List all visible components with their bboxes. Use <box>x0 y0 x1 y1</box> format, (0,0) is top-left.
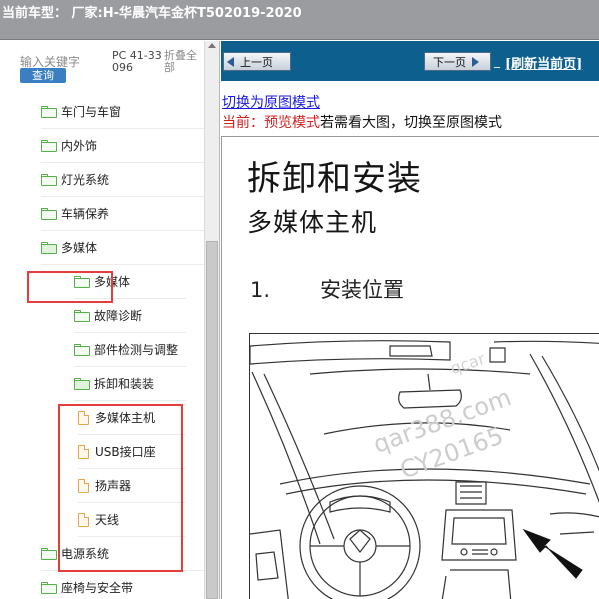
tree-item-label: USB接口座 <box>95 445 156 459</box>
mode-hint: 若需看大图，切换至原图模式 <box>320 115 502 131</box>
tree-item[interactable]: 车门与车窗 <box>41 95 219 129</box>
tree-item[interactable]: 多媒体 <box>74 265 186 299</box>
tree-item-label: 多媒体 <box>94 275 131 289</box>
tree-item-label: 多媒体主机 <box>95 411 156 425</box>
next-page-button[interactable]: 下一页 <box>424 52 491 71</box>
tree-item-label: 故障诊断 <box>94 309 143 323</box>
folder-icon <box>74 343 90 356</box>
tree-item-label: 车辆保养 <box>61 207 110 221</box>
tree-item[interactable]: 故障诊断 <box>74 299 186 333</box>
nav-separator: _ <box>494 54 500 68</box>
tree-item-label: 扬声器 <box>95 479 132 493</box>
folder-icon <box>41 581 57 594</box>
document-icon <box>78 512 89 527</box>
tree-item-document[interactable]: 天线 <box>78 503 186 537</box>
query-button[interactable]: 查询 <box>20 68 66 83</box>
tree-item[interactable]: 车辆保养 <box>41 197 219 231</box>
prev-page-button[interactable]: 上一页 <box>223 52 291 71</box>
tree-item-label: 拆卸和装装 <box>94 377 155 391</box>
folder-icon <box>41 207 57 220</box>
left-panel: 输入关键字 查询 PC 41-33096 折叠全部 车门与车窗 内外饰 灯光系统… <box>0 41 220 599</box>
tree-item-label: 多媒体 <box>61 241 98 255</box>
prev-page-label: 上一页 <box>240 55 273 69</box>
folder-open-icon <box>41 241 57 254</box>
scroll-up-arrow-icon[interactable] <box>208 43 216 48</box>
tree-item-document[interactable]: USB接口座 <box>78 435 186 469</box>
tree-item-label: 天线 <box>95 513 120 527</box>
folder-icon <box>41 547 57 560</box>
tree-item-document[interactable]: 多媒体主机 <box>78 401 186 435</box>
doc-step-number: 1. <box>250 278 271 302</box>
mode-status: 当前：预览模式若需看大图，切换至原图模式 <box>222 112 502 132</box>
switch-original-mode-link[interactable]: 切换为原图模式 <box>222 92 320 112</box>
tree-item-document[interactable]: 扬声器 <box>78 469 186 503</box>
arrow-right-icon <box>472 56 479 67</box>
folder-icon <box>41 105 57 118</box>
tree-item[interactable]: 电源系统 <box>41 537 219 571</box>
document-icon <box>78 478 89 493</box>
next-page-label: 下一页 <box>433 55 466 69</box>
tree-item[interactable]: 座椅与安全带 <box>41 571 219 599</box>
tree-item-label: 座椅与安全带 <box>61 581 134 595</box>
scrollbar-thumb[interactable] <box>206 241 218 599</box>
doc-subheading: 多媒体主机 <box>247 208 378 237</box>
tree-item[interactable]: 灯光系统 <box>41 163 219 197</box>
doc-step-text: 安装位置 <box>320 278 404 302</box>
right-panel: 上一页 下一页 _ [刷新当前页] 切换为原图模式 当前：预览模式若需看大图，切… <box>221 41 599 599</box>
folder-icon <box>41 139 57 152</box>
doc-step: 1. 安装位置 <box>250 274 404 304</box>
tree-item-label: 灯光系统 <box>61 173 110 187</box>
tree-item[interactable]: 部件检测与调整 <box>74 333 186 367</box>
part-code: PC 41-33096 <box>112 49 162 74</box>
folder-open-icon <box>74 377 90 390</box>
document-icon <box>78 444 89 459</box>
refresh-page-link[interactable]: [刷新当前页] <box>505 53 582 72</box>
tree-item-multimedia[interactable]: 多媒体 <box>41 231 219 265</box>
tree-item-label: 车门与车窗 <box>61 105 122 119</box>
search-bar: 输入关键字 查询 PC 41-33096 折叠全部 <box>0 41 206 91</box>
document-icon <box>78 410 89 425</box>
tree-item-label: 电源系统 <box>61 547 110 561</box>
tree-item[interactable]: 内外饰 <box>41 129 219 163</box>
tree-item-label: 部件检测与调整 <box>94 343 179 357</box>
page-navbar: 上一页 下一页 _ [刷新当前页] <box>221 41 599 81</box>
folder-icon <box>74 275 90 288</box>
current-vehicle-title: 当前车型： 厂家:H-华晨汽车金杯T502019-2020 <box>2 6 302 21</box>
current-mode-label: 当前：预览模式 <box>222 115 320 131</box>
tree-item-disassembly[interactable]: 拆卸和装装 <box>74 367 186 401</box>
tree-item-label: 内外饰 <box>61 139 98 153</box>
callout-arrow <box>522 528 583 579</box>
arrow-left-icon <box>227 56 234 67</box>
fold-all-link[interactable]: 折叠全部 <box>164 50 204 74</box>
folder-icon <box>74 309 90 322</box>
folder-icon <box>41 173 57 186</box>
tree-scrollbar[interactable] <box>204 41 219 599</box>
title-bar: 当前车型： 厂家:H-华晨汽车金杯T502019-2020 <box>0 0 599 40</box>
document-preview: 拆卸和安装 多媒体主机 1. 安装位置 qcar qar388.com CY20… <box>221 136 599 599</box>
doc-heading: 拆卸和安装 <box>247 159 422 199</box>
